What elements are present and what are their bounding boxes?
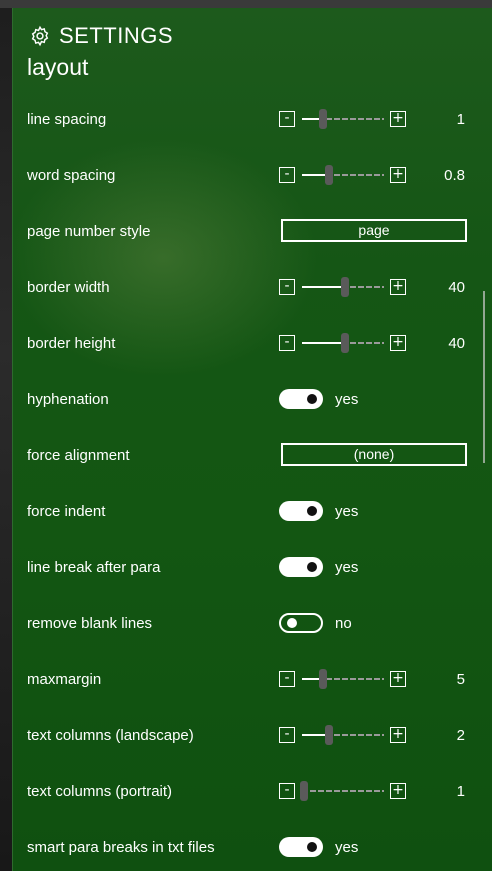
border-height-value: 40 — [448, 335, 465, 352]
text-columns-landscape-value: 2 — [456, 727, 465, 744]
slider-thumb[interactable] — [325, 165, 333, 185]
setting-row-force-indent: force indent yes — [13, 492, 492, 548]
setting-row-hyphenation: hyphenation yes — [13, 380, 492, 436]
line-spacing-increase-button[interactable]: + — [390, 111, 406, 127]
line-break-after-para-toggle[interactable] — [279, 557, 323, 577]
remove-blank-lines-toggle-state: no — [335, 615, 352, 632]
toggle-knob — [307, 506, 317, 516]
border-height-decrease-button[interactable]: - — [279, 335, 295, 351]
setting-label: force alignment — [27, 447, 130, 464]
text-columns-portrait-increase-button[interactable]: + — [390, 783, 406, 799]
setting-label: maxmargin — [27, 671, 102, 688]
settings-panel: SETTINGS layout line spacing - + 1 word sp… — [12, 8, 492, 871]
setting-row-page-number-style: page number style page — [13, 212, 492, 268]
slider-thumb[interactable] — [341, 333, 349, 353]
slider-fill — [302, 342, 345, 344]
word-spacing-value: 0.8 — [444, 167, 465, 184]
setting-label: hyphenation — [27, 391, 109, 408]
setting-label: border height — [27, 335, 116, 352]
setting-row-line-spacing: line spacing - + 1 — [13, 100, 492, 156]
maxmargin-increase-button[interactable]: + — [390, 671, 406, 687]
border-width-increase-button[interactable]: + — [390, 279, 406, 295]
setting-row-maxmargin: maxmargin - + 5 — [13, 660, 492, 716]
settings-header: SETTINGS — [29, 22, 173, 50]
setting-label: text columns (landscape) — [27, 727, 194, 744]
maxmargin-value: 5 — [456, 671, 465, 688]
setting-label: text columns (portrait) — [27, 783, 173, 800]
setting-row-line-break-after-para: line break after para yes — [13, 548, 492, 604]
setting-row-word-spacing: word spacing - + 0.8 — [13, 156, 492, 212]
word-spacing-decrease-button[interactable]: - — [279, 167, 295, 183]
word-spacing-slider[interactable] — [302, 165, 384, 185]
scrollbar[interactable] — [483, 291, 485, 463]
setting-row-text-columns-landscape: text columns (landscape) - + 2 — [13, 716, 492, 772]
border-width-value: 40 — [448, 279, 465, 296]
setting-label: smart para breaks in txt files — [27, 839, 215, 856]
border-height-slider[interactable] — [302, 333, 384, 353]
force-indent-toggle-state: yes — [335, 503, 359, 520]
setting-row-text-columns-portrait: text columns (portrait) - + 1 — [13, 772, 492, 828]
force-alignment-select[interactable]: (none) — [281, 443, 467, 466]
setting-row-border-width: border width - + 40 — [13, 268, 492, 324]
slider-thumb[interactable] — [325, 725, 333, 745]
setting-row-smart-para-breaks-in-txt-files: smart para breaks in txt files yes — [13, 828, 492, 871]
setting-label: page number style — [27, 223, 151, 240]
background-content-strip — [0, 8, 12, 871]
setting-label: border width — [27, 279, 110, 296]
toggle-knob — [307, 394, 317, 404]
smart-para-breaks-in-txt-files-toggle-state: yes — [335, 839, 359, 856]
word-spacing-increase-button[interactable]: + — [390, 167, 406, 183]
remove-blank-lines-toggle[interactable] — [279, 613, 323, 633]
border-height-increase-button[interactable]: + — [390, 335, 406, 351]
setting-row-border-height: border height - + 40 — [13, 324, 492, 380]
setting-label: line break after para — [27, 559, 161, 576]
line-spacing-value: 1 — [456, 111, 465, 128]
settings-title: SETTINGS — [59, 23, 174, 48]
setting-label: remove blank lines — [27, 615, 153, 632]
setting-label: force indent — [27, 503, 106, 520]
section-title: layout — [27, 54, 89, 80]
text-columns-portrait-slider[interactable] — [300, 781, 384, 801]
border-width-slider[interactable] — [302, 277, 384, 297]
setting-row-force-alignment: force alignment (none) — [13, 436, 492, 492]
window-top-bar — [0, 0, 492, 8]
border-width-decrease-button[interactable]: - — [279, 279, 295, 295]
slider-fill — [302, 286, 345, 288]
hyphenation-toggle[interactable] — [279, 389, 323, 409]
text-columns-landscape-slider[interactable] — [302, 725, 384, 745]
toggle-knob — [307, 562, 317, 572]
text-columns-portrait-decrease-button[interactable]: - — [279, 783, 295, 799]
toggle-knob — [307, 842, 317, 852]
hyphenation-toggle-state: yes — [335, 391, 359, 408]
force-indent-toggle[interactable] — [279, 501, 323, 521]
setting-label: line spacing — [27, 111, 107, 128]
slider-thumb[interactable] — [319, 669, 327, 689]
smart-para-breaks-in-txt-files-toggle[interactable] — [279, 837, 323, 857]
maxmargin-slider[interactable] — [302, 669, 384, 689]
text-columns-landscape-increase-button[interactable]: + — [390, 727, 406, 743]
line-spacing-slider[interactable] — [302, 109, 384, 129]
slider-thumb[interactable] — [341, 277, 349, 297]
text-columns-landscape-decrease-button[interactable]: - — [279, 727, 295, 743]
toggle-knob — [287, 618, 297, 628]
slider-thumb[interactable] — [300, 781, 308, 801]
slider-thumb[interactable] — [319, 109, 327, 129]
line-break-after-para-toggle-state: yes — [335, 559, 359, 576]
page-number-style-select[interactable]: page — [281, 219, 467, 242]
gear-icon — [31, 25, 49, 47]
text-columns-portrait-value: 1 — [456, 783, 465, 800]
maxmargin-decrease-button[interactable]: - — [279, 671, 295, 687]
setting-row-remove-blank-lines: remove blank lines no — [13, 604, 492, 660]
line-spacing-decrease-button[interactable]: - — [279, 111, 295, 127]
setting-label: word spacing — [27, 167, 116, 184]
